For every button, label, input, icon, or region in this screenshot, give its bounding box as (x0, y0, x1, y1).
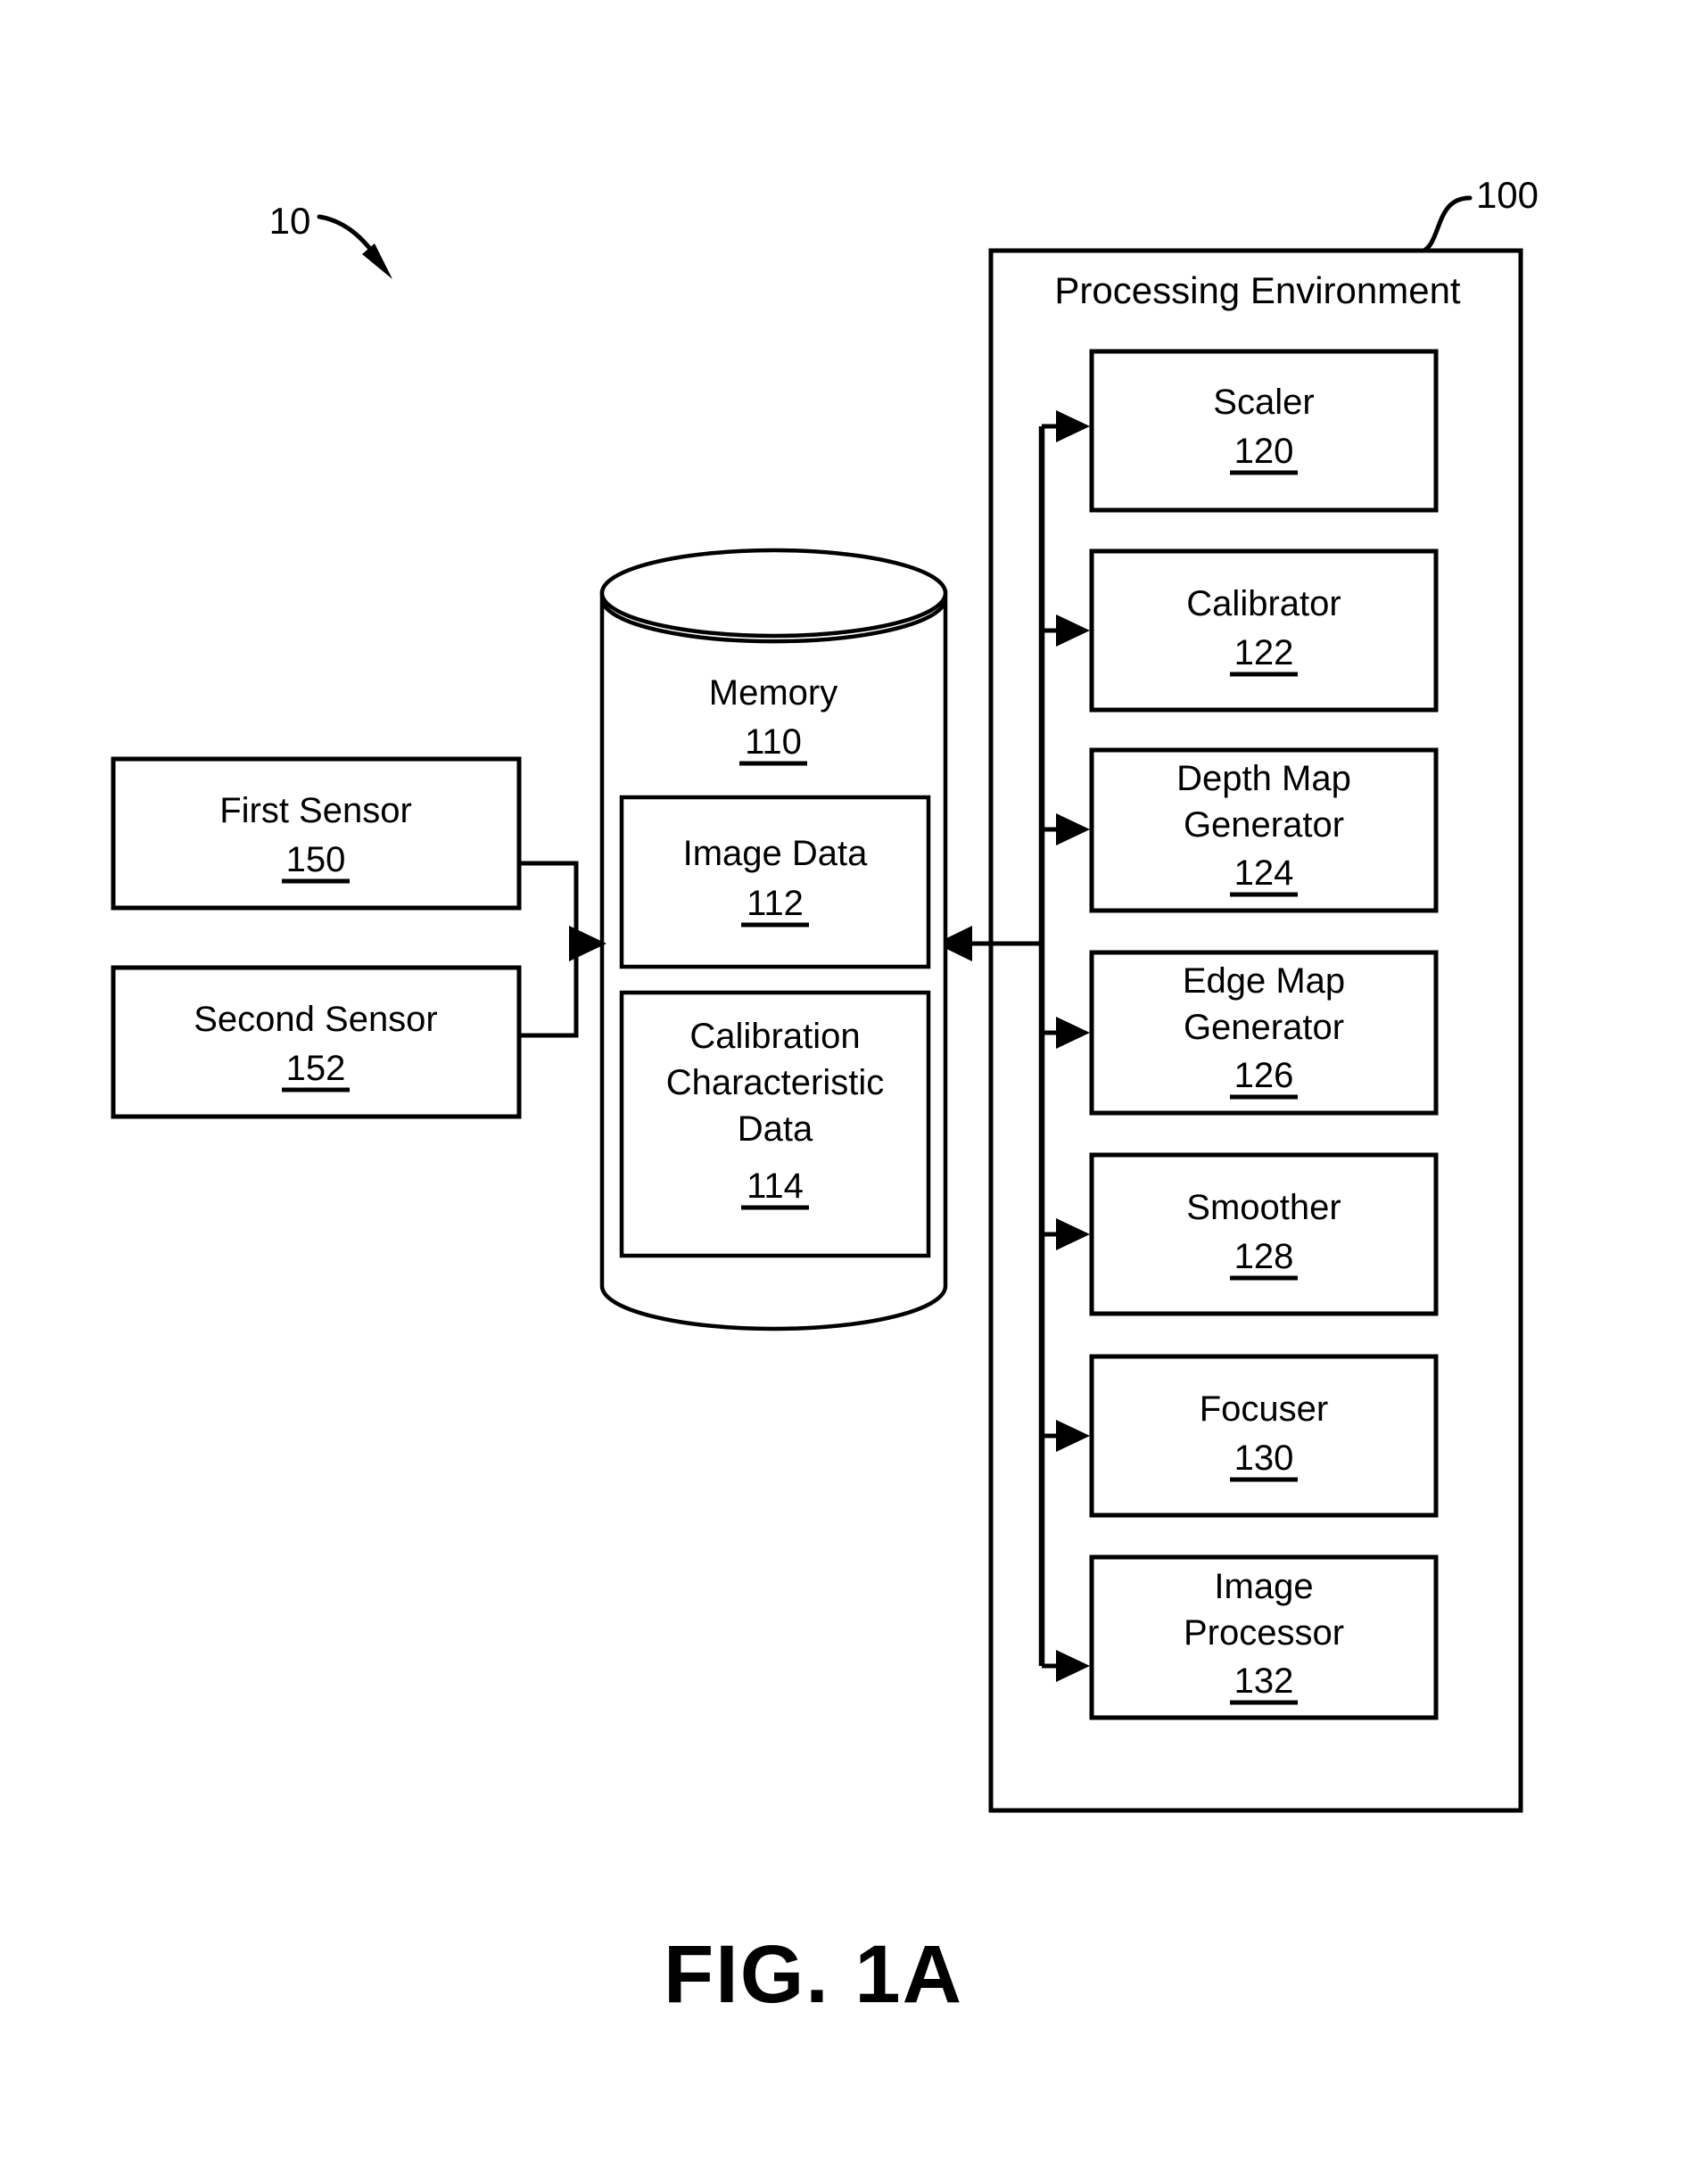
module-edge-map-generator-label-line2: Generator (1184, 1008, 1344, 1047)
module-image-processor-label-line1: Image (1214, 1567, 1313, 1606)
module-smoother[interactable]: Smoother 128 (1042, 1152, 1439, 1316)
patent-figure: 10 100 Processing Environment Scaler 120… (0, 0, 1708, 2160)
module-depth-map-generator-ref: 124 (1234, 853, 1294, 893)
memory-store-calibration-data-label-line2: Characteristic (666, 1063, 885, 1102)
sensor-second[interactable]: Second Sensor 152 (111, 965, 522, 1119)
module-scaler-box[interactable] (1089, 349, 1439, 513)
environment-callout-leader (1387, 195, 1473, 256)
module-scaler[interactable]: Scaler 120 (1042, 349, 1439, 513)
sensor-first[interactable]: First Sensor 150 (111, 756, 522, 911)
module-smoother-box[interactable] (1089, 1152, 1439, 1316)
module-image-processor-ref: 132 (1234, 1661, 1294, 1701)
processing-environment-title: Processing Environment (1054, 269, 1461, 311)
module-focuser[interactable]: Focuser 130 (1042, 1354, 1439, 1518)
module-edge-map-generator-label-line1: Edge Map (1183, 961, 1345, 1001)
memory-ref: 110 (745, 722, 802, 762)
module-calibrator-label: Calibrator (1186, 584, 1341, 623)
sensor-second-ref: 152 (286, 1049, 346, 1088)
figure-1a-diagram: 10 100 Processing Environment Scaler 120… (111, 174, 1539, 2020)
environment-callout-group: 100 (1387, 174, 1539, 256)
memory-label: Memory (709, 673, 837, 713)
module-calibrator-box[interactable] (1089, 548, 1439, 713)
module-focuser-label: Focuser (1200, 1389, 1329, 1429)
module-depth-map-generator[interactable]: Depth Map Generator 124 (1042, 747, 1439, 913)
memory-store-image-data-box[interactable] (619, 795, 931, 969)
figure-caption: FIG. 1A (664, 1929, 963, 2020)
memory-store-image-data-ref: 112 (747, 884, 804, 923)
module-scaler-label: Scaler (1213, 383, 1314, 422)
system-callout-arrowhead (362, 243, 392, 279)
memory-store-image-data[interactable]: Image Data 112 (619, 795, 931, 969)
sensors-join-line (519, 861, 579, 1038)
sensor-first-box[interactable] (111, 756, 522, 911)
sensor-second-box[interactable] (111, 965, 522, 1119)
memory-store-calibration-data-label-line3: Data (738, 1109, 813, 1149)
memory-store-calibration-data-ref: 114 (747, 1167, 804, 1206)
memory-store-calibration-characteristic-data[interactable]: Calibration Characteristic Data 114 (619, 990, 931, 1258)
module-edge-map-generator-ref: 126 (1234, 1056, 1294, 1095)
module-calibrator[interactable]: Calibrator 122 (1042, 548, 1439, 713)
module-focuser-ref: 130 (1234, 1439, 1294, 1478)
system-callout-label: 10 (269, 200, 311, 242)
sensor-first-label: First Sensor (219, 791, 412, 830)
module-edge-map-generator[interactable]: Edge Map Generator 126 (1042, 950, 1439, 1116)
module-scaler-ref: 120 (1234, 432, 1294, 471)
sensor-first-ref: 150 (286, 840, 346, 879)
module-depth-map-generator-label-line2: Generator (1184, 805, 1344, 845)
memory-store-calibration-data-label-line1: Calibration (689, 1017, 860, 1056)
module-smoother-ref: 128 (1234, 1237, 1294, 1276)
memory-cylinder-top (599, 548, 948, 639)
module-calibrator-ref: 122 (1234, 633, 1294, 672)
module-image-processor[interactable]: Image Processor 132 (1042, 1554, 1439, 1720)
module-smoother-label: Smoother (1186, 1188, 1341, 1227)
memory-store-image-data-label: Image Data (683, 834, 869, 873)
memory-cylinder[interactable]: Memory 110 Image Data 112 Calibration Ch… (599, 548, 948, 1331)
module-image-processor-label-line2: Processor (1184, 1613, 1344, 1653)
module-focuser-box[interactable] (1089, 1354, 1439, 1518)
sensors-to-memory-connector (519, 861, 606, 1038)
environment-callout-label: 100 (1476, 174, 1539, 216)
sensor-second-label: Second Sensor (194, 1000, 438, 1039)
module-depth-map-generator-label-line1: Depth Map (1176, 759, 1351, 798)
system-callout-group: 10 (269, 200, 392, 279)
